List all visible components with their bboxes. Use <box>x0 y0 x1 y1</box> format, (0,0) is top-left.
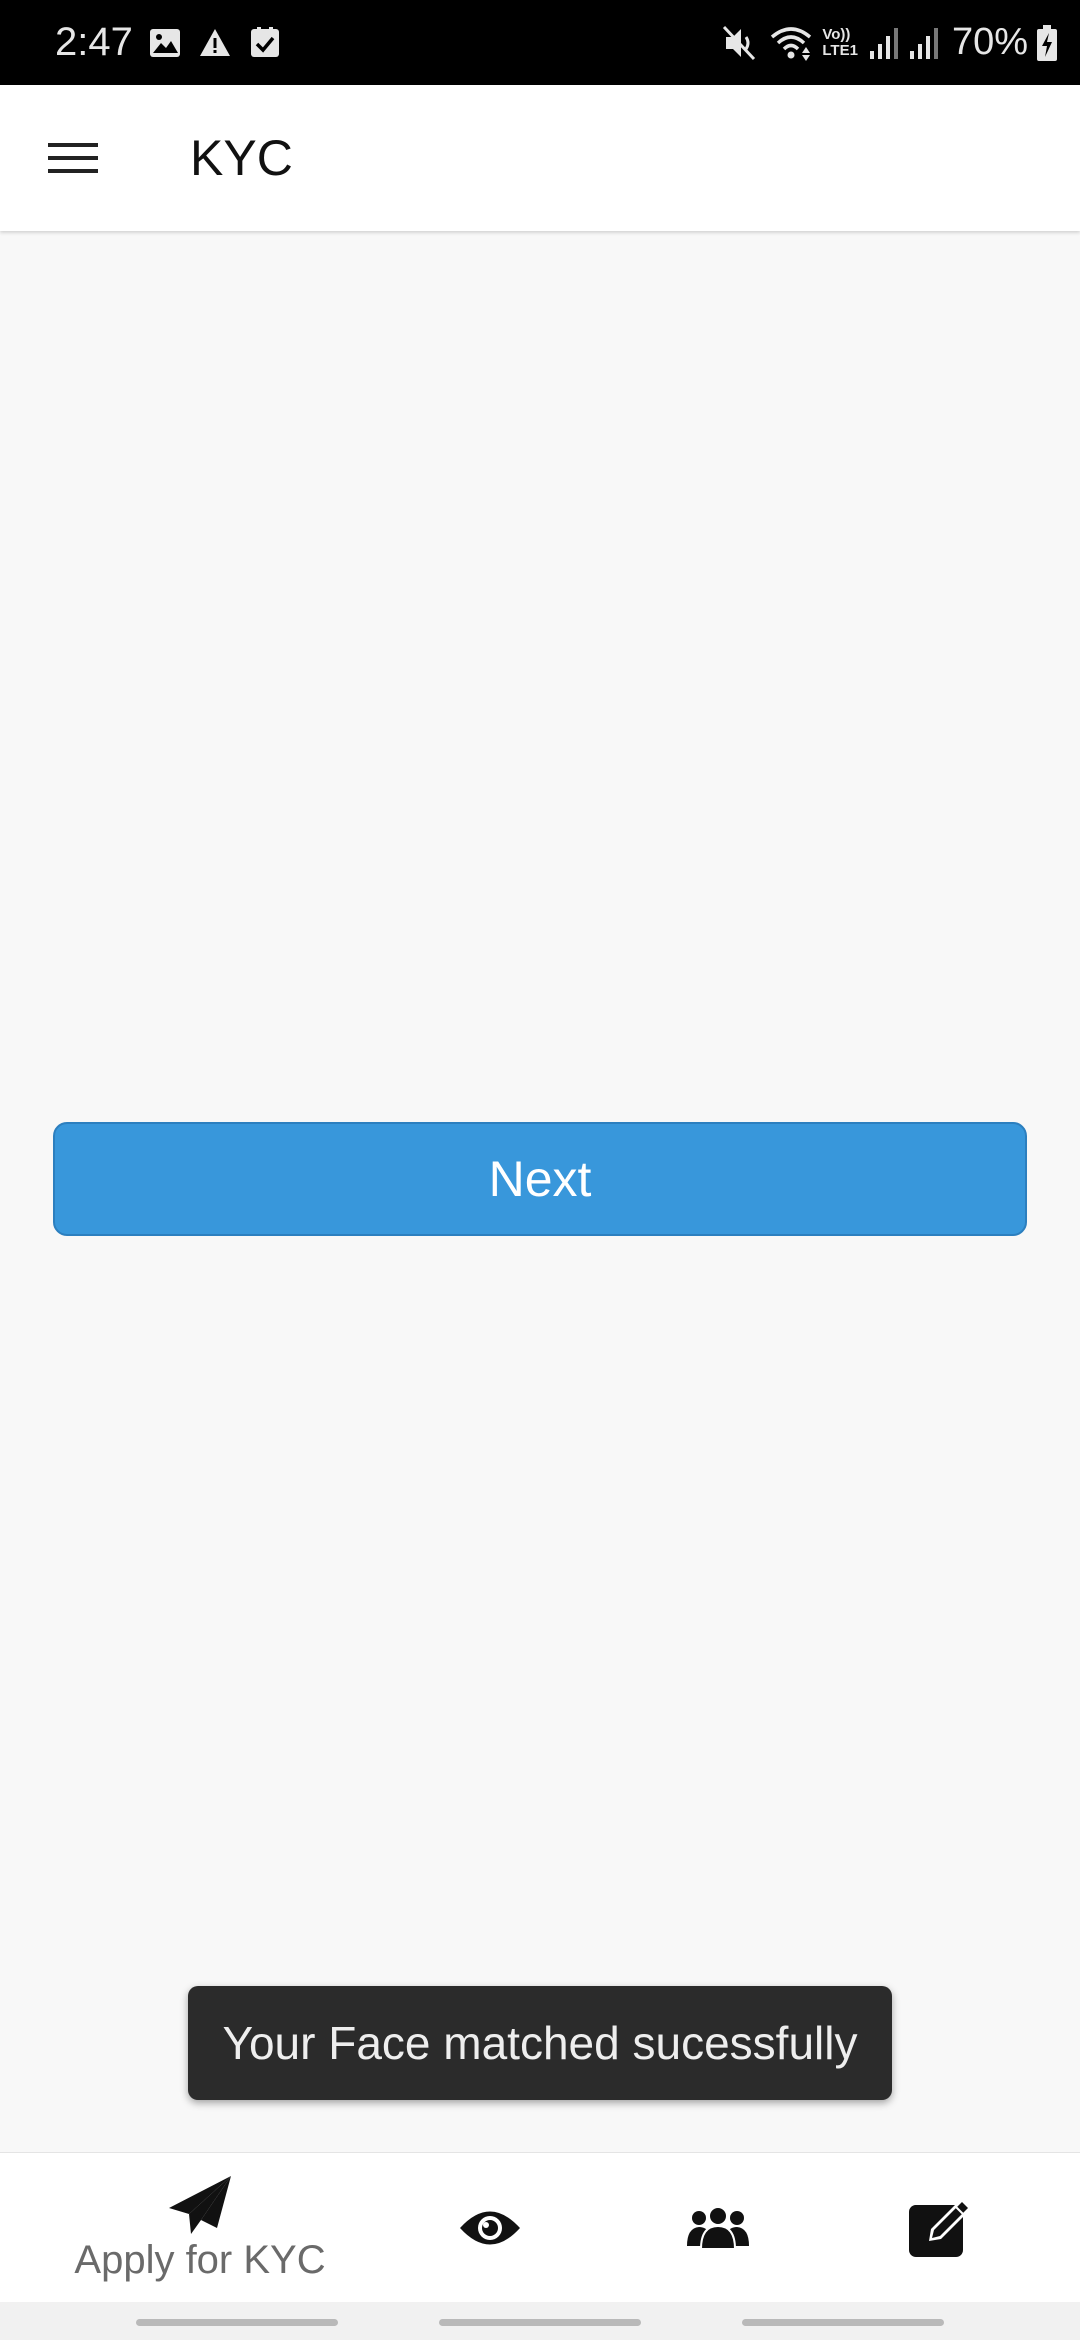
wifi-icon <box>771 26 812 61</box>
next-button[interactable]: Next <box>53 1122 1027 1236</box>
status-right-icons: Vo)) LTE1 70% <box>720 0 1058 85</box>
volte-label: Vo)) <box>822 25 851 43</box>
paper-plane-icon <box>169 2175 231 2234</box>
signal-icon <box>909 27 938 59</box>
alert-icon <box>200 29 230 56</box>
nav-item-apply-for-kyc[interactable]: Apply for KYC <box>60 2153 340 2303</box>
battery-icon <box>1037 24 1057 61</box>
image-icon <box>150 29 180 57</box>
lte-label: LTE1 <box>822 41 858 59</box>
gesture-pill-center[interactable] <box>439 2319 641 2326</box>
edit-icon <box>909 2199 971 2257</box>
battery-percent: 70% <box>951 21 1028 63</box>
status-left-icons <box>148 26 282 60</box>
signal-icon <box>869 27 898 59</box>
checkbox-icon <box>251 27 279 57</box>
page-title: KYC <box>190 130 293 186</box>
hamburger-icon <box>48 143 98 173</box>
status-time: 2:47 <box>55 20 133 64</box>
status-bar: 2:47 Vo)) LTE1 70% <box>0 0 1080 85</box>
gesture-pill-right[interactable] <box>742 2319 944 2326</box>
mute-icon <box>723 25 756 60</box>
app-bar: KYC <box>0 85 1080 231</box>
volte-icon: Vo)) LTE1 <box>822 25 858 59</box>
nav-item-group[interactable] <box>658 2153 778 2303</box>
nav-item-view[interactable] <box>430 2153 550 2303</box>
gesture-pill-left[interactable] <box>136 2319 338 2326</box>
bottom-nav: Apply for KYC <box>0 2152 1080 2303</box>
eye-icon <box>460 2211 520 2245</box>
group-icon <box>687 2206 749 2250</box>
nav-label-apply-for-kyc: Apply for KYC <box>74 2237 326 2282</box>
menu-button[interactable] <box>30 125 116 191</box>
gesture-bar <box>0 2302 1080 2340</box>
nav-item-edit[interactable] <box>880 2153 1000 2303</box>
toast-message: Your Face matched sucessfully <box>188 1986 892 2100</box>
